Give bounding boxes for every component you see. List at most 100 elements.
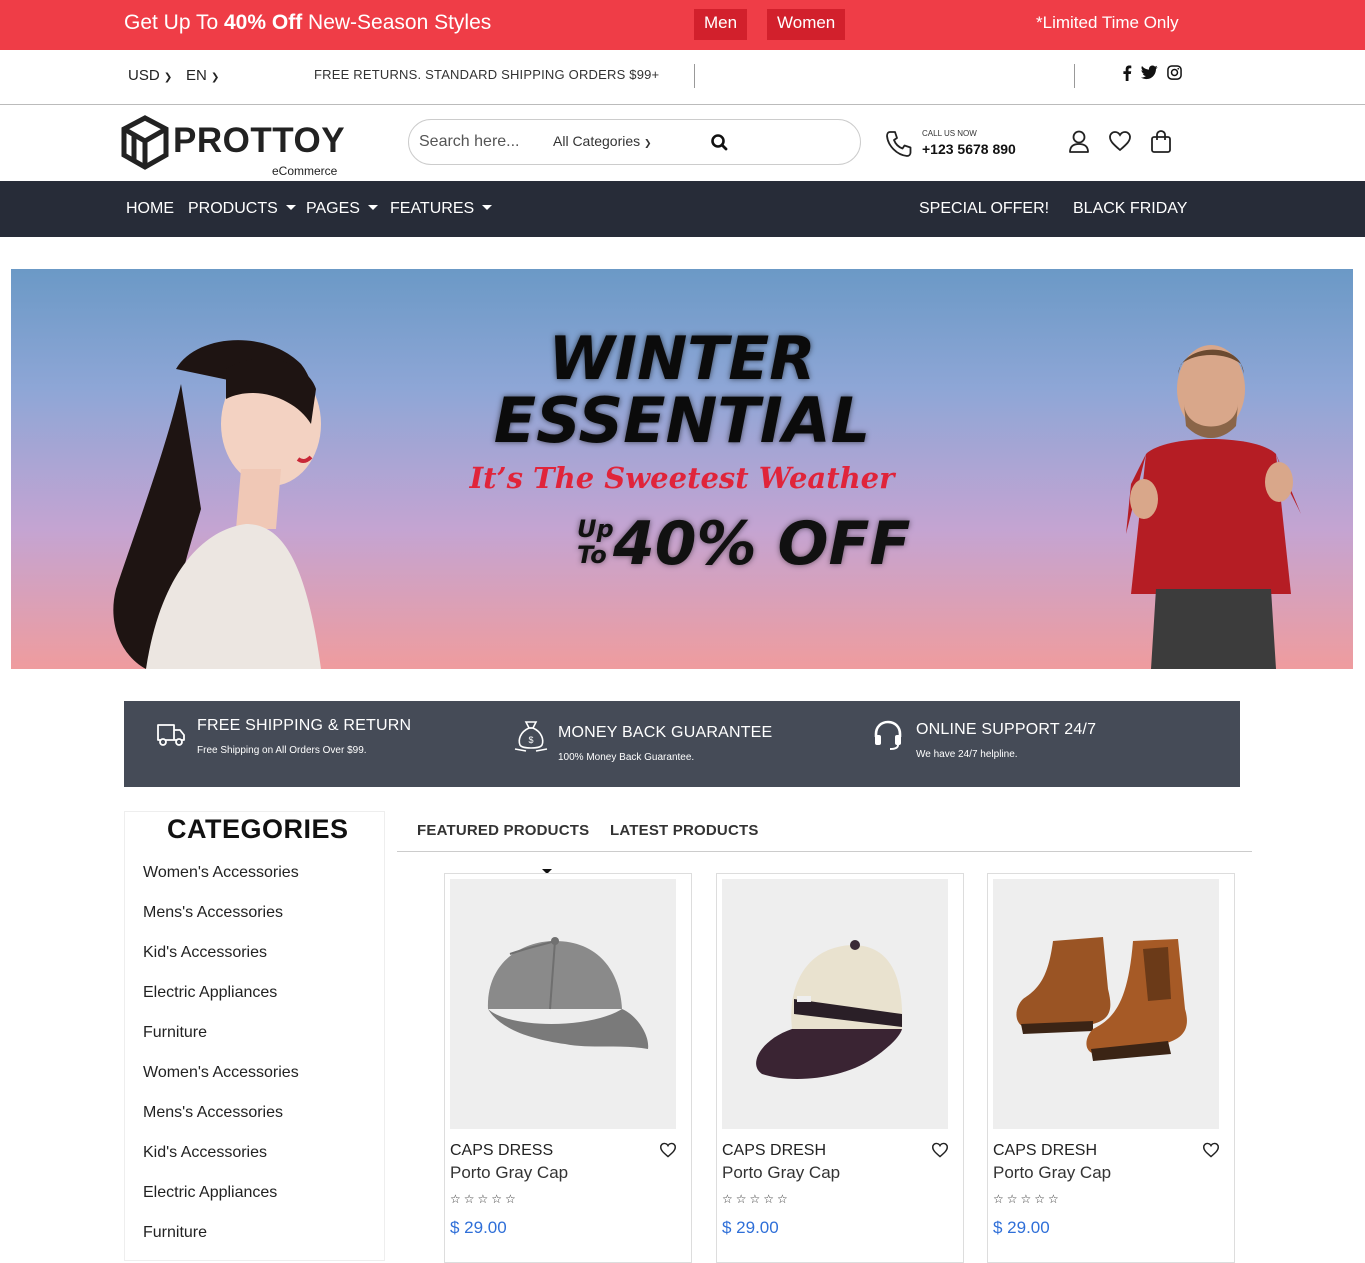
nav-item-features[interactable]: FEATURES: [390, 200, 493, 218]
product-image[interactable]: [993, 879, 1219, 1129]
categories-list: Women's Accessories Mens's Accessories K…: [143, 862, 299, 1262]
category-item[interactable]: Women's Accessories: [143, 862, 299, 902]
utility-bar: USD ❯ EN ❯ FREE RETURNS. STANDARD SHIPPI…: [0, 50, 1365, 105]
category-item[interactable]: Kid's Accessories: [143, 942, 299, 982]
truck-icon: [157, 724, 185, 746]
category-item[interactable]: Women's Accessories: [143, 1062, 299, 1102]
language-label: EN: [186, 67, 207, 84]
wishlist-heart-icon[interactable]: [659, 1142, 677, 1158]
facebook-icon[interactable]: [1122, 65, 1132, 85]
feature-title: FREE SHIPPING & RETURN: [197, 717, 412, 734]
brand-name: PROTTOY: [173, 121, 346, 160]
feature-subtitle: We have 24/7 helpline.: [916, 749, 1018, 760]
rating-stars: ☆☆☆☆☆: [722, 1192, 791, 1206]
hero-banner[interactable]: WINTER ESSENTIAL It’s The Sweetest Weath…: [11, 269, 1353, 669]
brand-subtitle: eCommerce: [272, 164, 338, 178]
currency-select[interactable]: USD ❯: [128, 67, 172, 84]
women-button[interactable]: Women: [767, 9, 846, 40]
product-category: CAPS DRESH: [993, 1142, 1098, 1159]
product-card[interactable]: CAPS DRESH Porto Gray Cap ☆☆☆☆☆ $ 29.00: [716, 873, 964, 1263]
categories-panel: CATEGORIES Women's Accessories Mens's Ac…: [124, 811, 385, 1261]
search-icon[interactable]: [709, 132, 731, 154]
rating-stars: ☆☆☆☆☆: [993, 1192, 1062, 1206]
nav-label: FEATURES: [390, 200, 475, 217]
svg-text:$: $: [528, 735, 533, 745]
promo-prefix: Get Up To: [124, 11, 224, 34]
caret-down-icon: [285, 205, 296, 210]
brown-boots-image: [1016, 937, 1187, 1061]
category-item[interactable]: Electric Appliances: [143, 982, 299, 1022]
category-item[interactable]: Mens's Accessories: [143, 902, 299, 942]
category-select[interactable]: All Categories ❯: [553, 133, 652, 149]
feature-subtitle: 100% Money Back Guarantee.: [558, 752, 695, 763]
rating-stars: ☆☆☆☆☆: [450, 1192, 519, 1206]
divider: [694, 64, 695, 88]
tab-latest-products[interactable]: LATEST PRODUCTS: [610, 822, 759, 839]
twitter-icon[interactable]: [1141, 65, 1158, 84]
phone-number: +123 5678 890: [922, 141, 1016, 157]
nav-item-home[interactable]: HOME: [126, 200, 174, 218]
phone-icon: [886, 131, 912, 157]
product-image[interactable]: [722, 879, 948, 1129]
promo-message: Get Up To 40% Off New-Season Styles: [124, 11, 491, 35]
product-price: $ 29.00: [450, 1218, 507, 1237]
product-card[interactable]: CAPS DRESS Porto Gray Cap ☆☆☆☆☆ $ 29.00: [444, 873, 692, 1263]
language-select[interactable]: EN ❯: [186, 67, 219, 84]
search-bar: All Categories ❯: [408, 119, 861, 165]
wishlist-heart-icon[interactable]: [931, 1142, 949, 1158]
logo[interactable]: PROTTOY eCommerce: [121, 115, 351, 178]
caret-down-icon: [367, 205, 378, 210]
banner-discount: 40% OFF: [613, 509, 911, 579]
product-name[interactable]: Porto Gray Cap: [722, 1163, 840, 1183]
limited-time-text: *Limited Time Only: [1036, 13, 1179, 32]
product-category: CAPS DRESH: [722, 1142, 827, 1159]
promo-suffix: New-Season Styles: [302, 11, 492, 34]
chevron-down-icon: ❯: [211, 72, 220, 83]
currency-label: USD: [128, 67, 160, 84]
product-category: CAPS DRESS: [450, 1142, 554, 1159]
category-item[interactable]: Electric Appliances: [143, 1182, 299, 1222]
tab-featured-products[interactable]: FEATURED PRODUCTS: [417, 822, 589, 839]
chevron-down-icon: ❯: [163, 72, 173, 83]
nav-item-black-friday[interactable]: BLACK FRIDAY: [1073, 200, 1187, 218]
product-tabs: FEATURED PRODUCTS LATEST PRODUCTS: [397, 811, 1252, 874]
nav-item-special-offer[interactable]: SPECIAL OFFER!: [919, 200, 1049, 218]
product-image[interactable]: [450, 879, 676, 1129]
nav-label: PRODUCTS: [188, 200, 278, 217]
gray-cap-image: [487, 937, 649, 1049]
promo-discount: 40% Off: [224, 11, 303, 34]
category-item[interactable]: Mens's Accessories: [143, 1102, 299, 1142]
feature-title: MONEY BACK GUARANTEE: [558, 724, 773, 741]
feature-subtitle: Free Shipping on All Orders Over $99.: [197, 745, 367, 756]
money-bag-icon: $: [514, 721, 548, 752]
men-button[interactable]: Men: [694, 9, 748, 40]
nav-item-pages[interactable]: PAGES: [306, 200, 378, 218]
cube-logo-icon: [121, 115, 169, 170]
product-card[interactable]: CAPS DRESH Porto Gray Cap ☆☆☆☆☆ $ 29.00: [987, 873, 1235, 1263]
headset-icon: [874, 720, 902, 750]
product-name[interactable]: Porto Gray Cap: [450, 1163, 568, 1183]
search-input[interactable]: [419, 130, 544, 154]
divider: [1074, 64, 1075, 88]
heart-icon[interactable]: [1108, 130, 1132, 152]
wishlist-heart-icon[interactable]: [1202, 1142, 1220, 1158]
promo-bar: Get Up To 40% Off New-Season Styles Men …: [0, 0, 1365, 50]
chevron-down-icon: ❯: [644, 138, 652, 148]
user-icon[interactable]: [1068, 130, 1090, 154]
call-label: CALL US NOW: [922, 129, 977, 138]
product-name[interactable]: Porto Gray Cap: [993, 1163, 1111, 1183]
category-item[interactable]: Furniture: [143, 1022, 299, 1062]
instagram-icon[interactable]: [1167, 65, 1182, 84]
category-label: All Categories: [553, 133, 641, 149]
site-header: PROTTOY eCommerce All Categories ❯ CALL …: [0, 105, 1365, 181]
nav-item-products[interactable]: PRODUCTS: [188, 200, 296, 218]
product-price: $ 29.00: [722, 1218, 779, 1237]
man-model-image: [1126, 345, 1301, 669]
category-item[interactable]: Kid's Accessories: [143, 1142, 299, 1182]
banner-to: To: [577, 541, 607, 569]
features-bar: FREE SHIPPING & RETURN Free Shipping on …: [124, 701, 1240, 787]
category-item[interactable]: Furniture: [143, 1222, 299, 1262]
banner-up: Up: [577, 515, 614, 543]
shopping-bag-icon[interactable]: [1150, 130, 1172, 154]
caret-down-icon: [482, 205, 493, 210]
